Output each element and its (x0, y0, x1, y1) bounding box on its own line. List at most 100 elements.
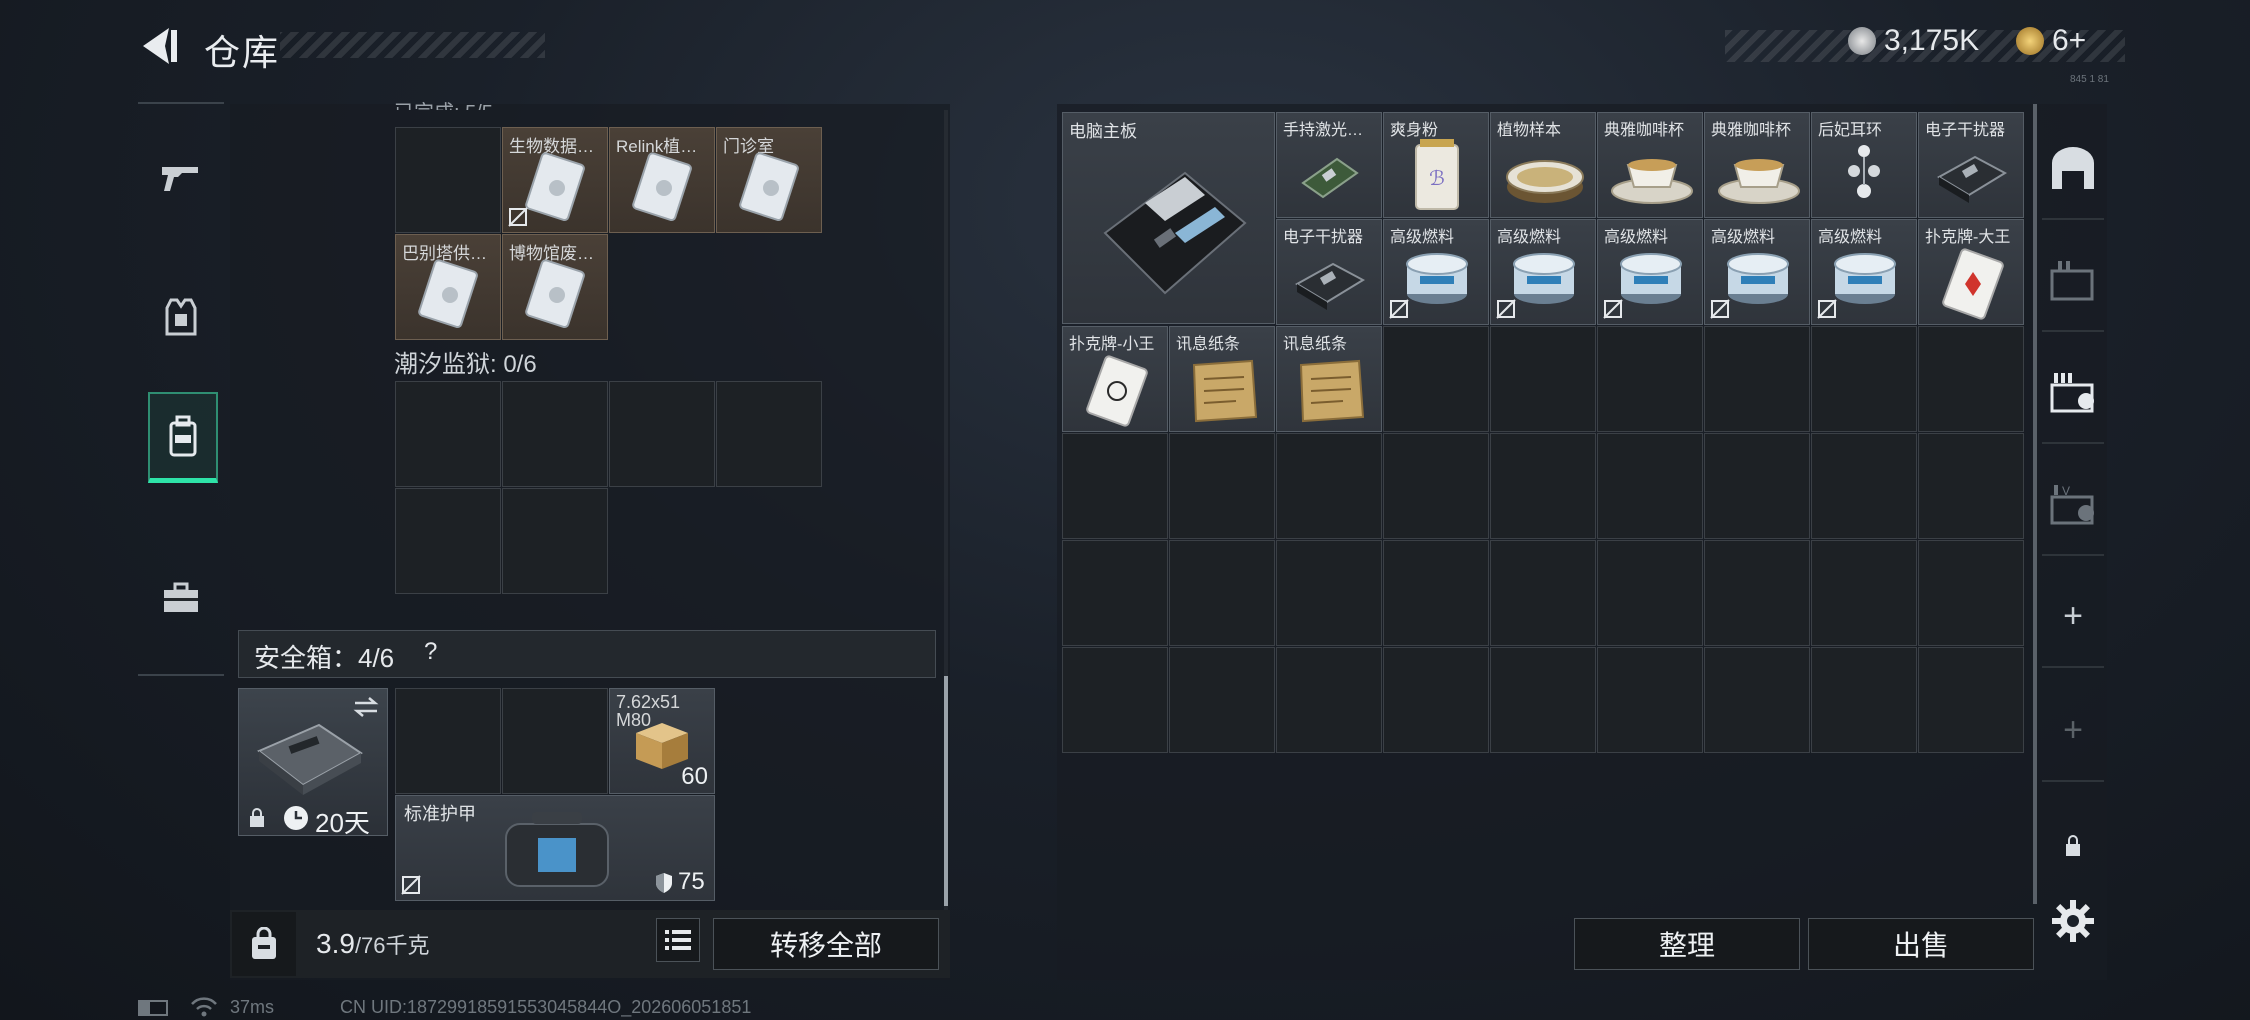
fuel-can-icon (1620, 253, 1682, 304)
item-label: 电子干扰器 (1925, 122, 2006, 139)
premium-currency-display[interactable]: 6+ (2016, 24, 2086, 58)
stash-slot-empty[interactable] (1062, 647, 1168, 753)
stash-slot-empty[interactable] (1811, 433, 1917, 539)
stash-item-motherboard[interactable]: 电脑主板 (1062, 112, 1275, 324)
no-trade-icon (1603, 299, 1623, 319)
armor-slot[interactable]: 标准护甲 75 (395, 795, 715, 901)
stash-item[interactable]: 高级燃料 (1383, 219, 1489, 325)
stash-item[interactable]: 典雅咖啡杯 (1597, 112, 1703, 218)
stash-slot-empty[interactable] (1704, 433, 1810, 539)
help-button[interactable]: ? (424, 638, 437, 666)
stash-slot-empty[interactable] (1490, 326, 1596, 432)
svg-text:V: V (2062, 484, 2070, 498)
plus-icon: + (2063, 710, 2083, 749)
container-slot-empty[interactable] (609, 381, 715, 487)
container-slot[interactable]: 巴别塔供… (395, 234, 501, 340)
tab-toolbox[interactable] (148, 556, 214, 640)
container-slot-empty[interactable] (395, 488, 501, 594)
left-scroll-thumb[interactable] (944, 676, 948, 906)
stash-slot-empty[interactable] (1490, 433, 1596, 539)
safe-case-icon (257, 723, 363, 795)
stash-slot-empty[interactable] (1490, 647, 1596, 753)
stash-item[interactable]: 讯息纸条 (1276, 326, 1382, 432)
swap-icon[interactable] (351, 695, 381, 719)
stash-slot-empty[interactable] (1383, 540, 1489, 646)
stash-tab-4[interactable]: V (2042, 454, 2104, 556)
stash-item[interactable]: 植物样本 (1490, 112, 1596, 218)
ammo-slot[interactable]: 7.62x51 M80 60 (609, 688, 715, 794)
container-slot-empty[interactable] (716, 381, 822, 487)
stash-item[interactable]: 后妃耳环 (1811, 112, 1917, 218)
paper-note-icon (1192, 359, 1258, 423)
stash-slot-empty[interactable] (1811, 540, 1917, 646)
safe-box-slot[interactable]: 20天 (238, 688, 388, 838)
stash-lock-button[interactable] (2042, 796, 2104, 896)
stash-item[interactable]: 手持激光… (1276, 112, 1382, 218)
weight-lock-button[interactable] (232, 912, 296, 976)
stash-slot-empty[interactable] (1918, 326, 2024, 432)
currency-amount: 3,175K (1884, 24, 1980, 57)
stash-item[interactable]: 高级燃料 (1597, 219, 1703, 325)
back-button[interactable] (135, 22, 183, 70)
stash-item[interactable]: 电子干扰器 (1918, 112, 2024, 218)
stash-item[interactable]: 电子干扰器 (1276, 219, 1382, 325)
stash-item[interactable]: 讯息纸条 (1169, 326, 1275, 432)
transfer-all-button[interactable]: 转移全部 (713, 918, 939, 970)
stash-slot-empty[interactable] (1383, 433, 1489, 539)
stash-item[interactable]: 高级燃料 (1704, 219, 1810, 325)
stash-slot-empty[interactable] (1704, 647, 1810, 753)
safe-slot-empty[interactable] (395, 688, 501, 794)
sell-button[interactable]: 出售 (1808, 918, 2034, 970)
container-slot-empty[interactable] (502, 381, 608, 487)
container-slot-empty[interactable] (395, 127, 501, 233)
stash-slot-empty[interactable] (1811, 326, 1917, 432)
stash-slot-empty[interactable] (1597, 647, 1703, 753)
container-slot-empty[interactable] (502, 488, 608, 594)
container-slot[interactable]: Relink植… (609, 127, 715, 233)
stash-item[interactable]: 典雅咖啡杯 (1704, 112, 1810, 218)
stash-tab-3[interactable] (2042, 342, 2104, 444)
container-slot[interactable]: 博物馆废… (502, 234, 608, 340)
container-slot[interactable]: 门诊室 (716, 127, 822, 233)
stash-slot-empty[interactable] (1276, 647, 1382, 753)
stash-slot-empty[interactable] (1276, 433, 1382, 539)
stash-slot-empty[interactable] (1383, 647, 1489, 753)
container-slot-empty[interactable] (395, 381, 501, 487)
stash-item[interactable]: 高级燃料 (1490, 219, 1596, 325)
stash-slot-empty[interactable] (1597, 433, 1703, 539)
safe-box-label: 安全箱：4/6 (254, 643, 395, 673)
stash-slot-empty[interactable] (1918, 540, 2024, 646)
settings-button[interactable] (2050, 898, 2096, 944)
poker-card-icon (1942, 248, 2004, 320)
sort-button[interactable]: 整理 (1574, 918, 1800, 970)
stash-item[interactable]: 扑克牌-大王 (1918, 219, 2024, 325)
stash-slot-empty[interactable] (1169, 647, 1275, 753)
tab-equipment[interactable] (148, 276, 214, 360)
stash-slot-empty[interactable] (1811, 647, 1917, 753)
tab-containers[interactable] (148, 392, 218, 483)
no-trade-icon (1496, 299, 1516, 319)
tab-weapons[interactable] (148, 136, 214, 220)
container-slot[interactable]: 生物数据… (502, 127, 608, 233)
stash-item[interactable]: 爽身粉 ℬ (1383, 112, 1489, 218)
safe-slot-empty[interactable] (502, 688, 608, 794)
stash-slot-empty[interactable] (1062, 433, 1168, 539)
stash-item[interactable]: 扑克牌-小王 (1062, 326, 1168, 432)
stash-tab-2[interactable] (2042, 230, 2104, 332)
stash-item[interactable]: 高级燃料 (1811, 219, 1917, 325)
stash-slot-empty[interactable] (1704, 326, 1810, 432)
stash-slot-empty[interactable] (1169, 433, 1275, 539)
stash-slot-empty[interactable] (1597, 540, 1703, 646)
stash-tab-building[interactable] (2042, 118, 2104, 220)
stash-slot-empty[interactable] (1918, 433, 2024, 539)
list-view-button[interactable] (656, 918, 700, 962)
stash-slot-empty[interactable] (1062, 540, 1168, 646)
add-stash-tab-button[interactable]: + (2042, 566, 2104, 668)
stash-slot-empty[interactable] (1490, 540, 1596, 646)
stash-slot-empty[interactable] (1276, 540, 1382, 646)
stash-slot-empty[interactable] (1383, 326, 1489, 432)
stash-slot-empty[interactable] (1597, 326, 1703, 432)
stash-slot-empty[interactable] (1918, 647, 2024, 753)
stash-slot-empty[interactable] (1169, 540, 1275, 646)
stash-slot-empty[interactable] (1704, 540, 1810, 646)
